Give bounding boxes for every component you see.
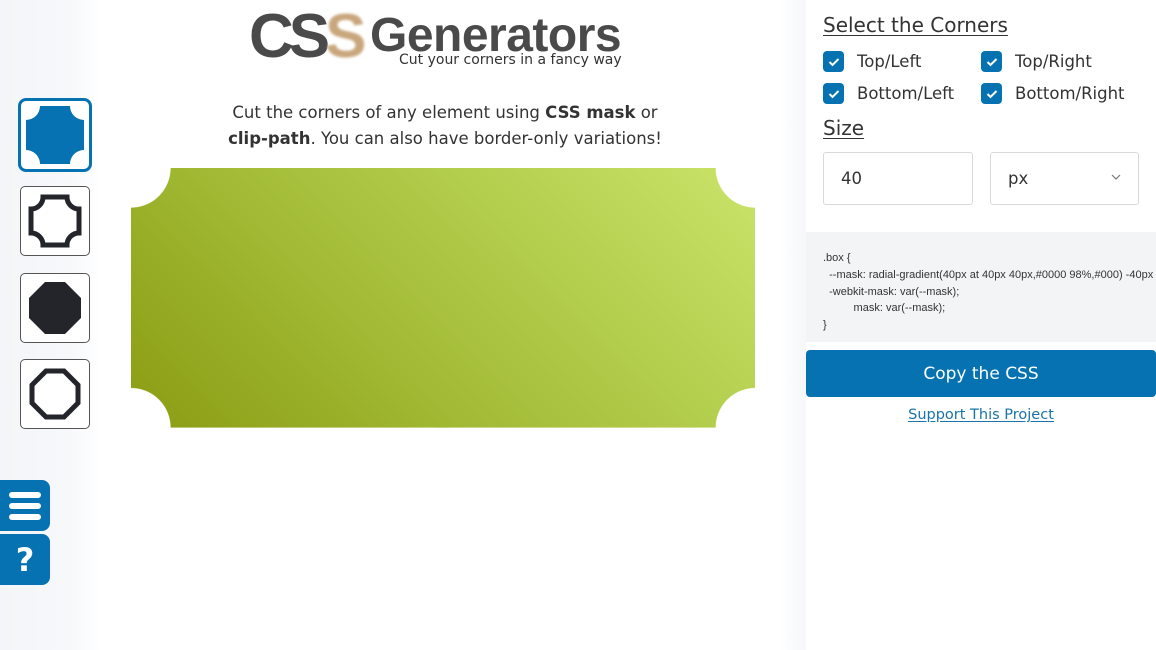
logo-css-text: CS: [249, 2, 330, 71]
unit-select-value: px: [1008, 169, 1029, 188]
checkbox-top-right[interactable]: Top/Right: [981, 51, 1092, 72]
size-title: Size: [823, 116, 865, 140]
logo-tagline: Cut your corners in a fancy way: [399, 52, 622, 68]
checkbox-label: Bottom/Left: [857, 84, 955, 103]
size-input[interactable]: [841, 169, 972, 188]
shape-option-rounded-cut-filled[interactable]: [18, 98, 92, 172]
support-project-link[interactable]: Support This Project: [806, 407, 1156, 423]
shape-option-bevel-cut-filled[interactable]: [20, 273, 90, 343]
desc-bold-mask: CSS mask: [545, 103, 636, 122]
checkbox-bottom-right[interactable]: Bottom/Right: [981, 83, 1125, 104]
help-button[interactable]: ?: [0, 534, 50, 585]
settings-panel: Select the Corners Top/Left Top/Right Bo…: [806, 0, 1156, 650]
page-description: Cut the corners of any element using CSS…: [200, 100, 690, 152]
checkbox-top-left[interactable]: Top/Left: [823, 51, 921, 72]
preview-box: [131, 168, 755, 428]
menu-button[interactable]: [0, 480, 50, 531]
rounded-cut-border-icon: [28, 194, 82, 248]
logo-css: CSS: [249, 2, 367, 71]
shape-option-rounded-cut-border[interactable]: [20, 186, 90, 256]
shape-option-bevel-cut-border[interactable]: [20, 359, 90, 429]
check-icon: [981, 51, 1002, 72]
corners-title: Select the Corners: [823, 13, 1008, 37]
copy-css-button[interactable]: Copy the CSS: [806, 350, 1156, 397]
desc-text: Cut the corners of any element using: [232, 103, 546, 122]
unit-select[interactable]: px: [990, 152, 1139, 205]
help-icon: ?: [15, 540, 35, 579]
desc-bold-clip-path: clip-path: [228, 129, 311, 148]
size-input-wrapper: [823, 152, 973, 205]
chevron-down-icon: [1111, 174, 1121, 180]
check-icon: [823, 51, 844, 72]
rounded-cut-filled-icon: [26, 106, 84, 164]
check-icon: [981, 83, 1002, 104]
css-code-output[interactable]: .box { --mask: radial-gradient(40px at 4…: [806, 232, 1156, 342]
logo-css-accent: S: [325, 2, 366, 71]
bevel-cut-filled-icon: [29, 282, 81, 334]
checkbox-label: Top/Left: [857, 52, 922, 71]
logo: CSS Generators Cut your corners in a fan…: [249, 4, 649, 74]
checkbox-bottom-left[interactable]: Bottom/Left: [823, 83, 954, 104]
check-icon: [823, 83, 844, 104]
checkbox-label: Bottom/Right: [1015, 84, 1125, 103]
bevel-cut-border-icon: [29, 368, 81, 420]
checkbox-label: Top/Right: [1015, 52, 1092, 71]
panel-shadow: [780, 0, 806, 650]
desc-text: . You can also have border-only variatio…: [310, 129, 662, 148]
desc-text: or: [635, 103, 658, 122]
menu-icon: [9, 491, 41, 520]
